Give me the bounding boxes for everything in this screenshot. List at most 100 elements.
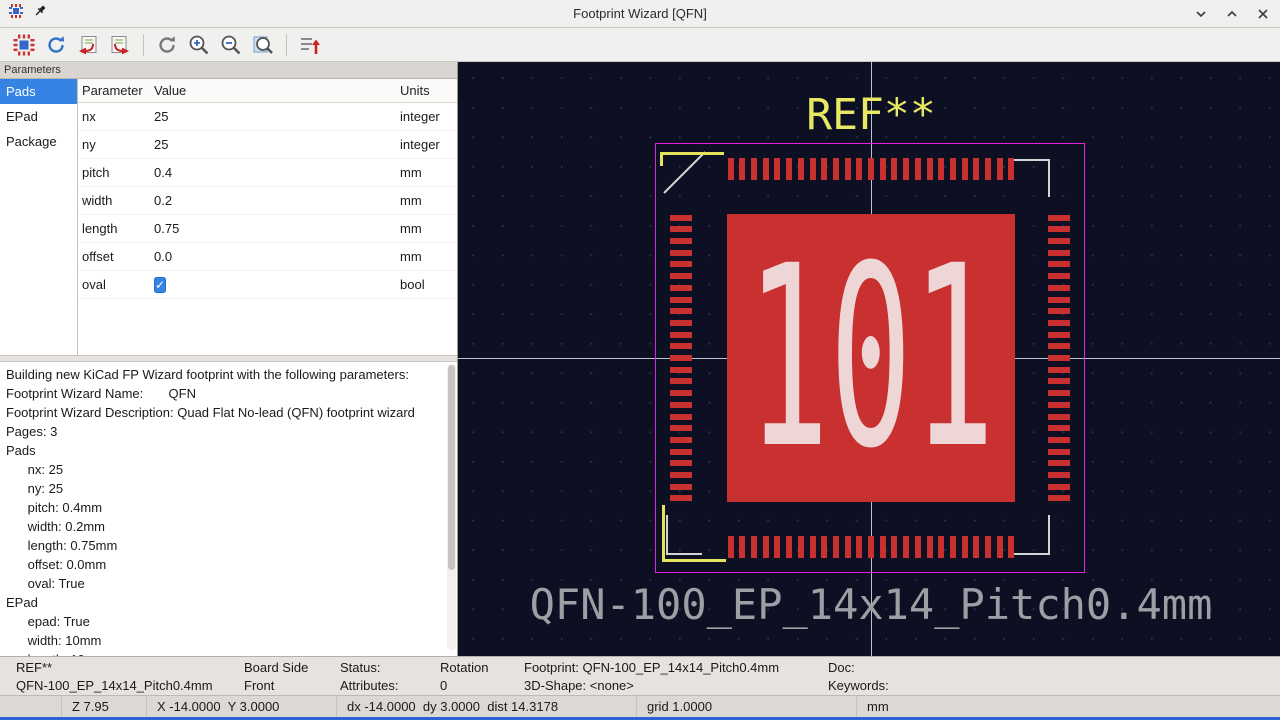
close-button[interactable] [1254,5,1272,23]
pad [670,472,692,478]
param-value[interactable]: 0.4 [154,165,400,180]
export-to-editor-icon [298,33,322,57]
pad [670,402,692,408]
param-value[interactable]: 0.2 [154,193,400,208]
next-page-icon [108,33,132,57]
status-label: Status: [340,660,380,675]
pad [1048,238,1070,244]
message-line: Building new KiCad FP Wizard footprint w… [6,365,451,384]
pad [810,158,816,180]
pad [751,536,757,558]
param-value[interactable]: 0.75 [154,221,400,236]
param-units: integer [400,109,457,124]
redraw-button[interactable] [151,31,183,59]
pad [1048,273,1070,279]
pad [1048,402,1070,408]
pad [1008,536,1014,558]
param-value[interactable]: 25 [154,109,400,124]
zoom-out-button[interactable] [215,31,247,59]
page-item-pads[interactable]: Pads [0,79,77,104]
param-units: bool [400,277,457,292]
titlebar: Footprint Wizard [QFN] [0,0,1280,28]
message-line: Footprint Wizard Name: QFN [6,384,451,403]
pad [670,437,692,443]
pad [927,158,933,180]
pad [856,536,862,558]
pad [1048,320,1070,326]
pad [670,308,692,314]
zoom-in-button[interactable] [183,31,215,59]
footprint-preview: REF** 101 QFN-100_EP_14x14_Pitch0.4mm [458,62,1280,656]
toolbar [0,28,1280,62]
pad [670,332,692,338]
pad [670,390,692,396]
select-wizard-button[interactable] [8,31,40,59]
status-zoom: Z 7.95 [62,696,147,717]
param-value: ✓ [154,277,400,292]
redraw-icon [155,33,179,57]
silkscreen-segment [666,515,668,555]
zoom-fit-button[interactable] [247,31,279,59]
param-name: oval [78,277,154,292]
status-position: X -14.0000 Y 3.0000 [147,696,337,717]
param-name: ny [78,137,154,152]
pad [798,158,804,180]
page-item-package[interactable]: Package [0,129,77,154]
prev-parameters-page-button[interactable] [72,31,104,59]
pad [728,536,734,558]
message-line: epad: True [6,612,451,631]
rotation-value: 0 [440,678,447,693]
pad [774,536,780,558]
oval-checkbox[interactable]: ✓ [154,277,166,293]
pad [845,536,851,558]
pad [868,158,874,180]
prev-page-icon [76,33,100,57]
pad [1048,261,1070,267]
pad [915,158,921,180]
maximize-button[interactable] [1223,5,1241,23]
silkscreen-segment [1048,515,1050,555]
footprint-wizard-window: Footprint Wizard [QFN] [0,0,1280,720]
update-wizard-button[interactable] [40,31,72,59]
table-row: nx 25 integer [78,103,457,131]
pad [997,536,1003,558]
header-parameter: Parameter [78,83,154,98]
table-row: pitch 0.4 mm [78,159,457,187]
pad [670,285,692,291]
attributes-label: Attributes: [340,678,399,693]
pad [1048,495,1070,501]
pad [786,536,792,558]
pad [763,158,769,180]
next-parameters-page-button[interactable] [104,31,136,59]
message-line: Pages: 3 [6,422,451,441]
message-line: EPad [6,593,451,612]
info-bar: REF** QFN-100_EP_14x14_Pitch0.4mm Board … [0,656,1280,695]
pad [891,158,897,180]
pad [670,449,692,455]
page-item-epad[interactable]: EPad [0,104,77,129]
pad [821,158,827,180]
pad [670,226,692,232]
scrollbar[interactable] [447,364,456,650]
param-value[interactable]: 0.0 [154,249,400,264]
pad [786,158,792,180]
board-side-value: Front [244,678,274,693]
canvas[interactable]: REF** 101 QFN-100_EP_14x14_Pitch0.4mm [458,62,1280,656]
scrollbar-thumb[interactable] [448,365,455,570]
pad [1048,355,1070,361]
pad [903,158,909,180]
pad [798,536,804,558]
export-footprint-to-editor-button[interactable] [294,31,326,59]
zoom-out-icon [219,33,243,57]
param-value[interactable]: 25 [154,137,400,152]
wizard-pages-list: Pads EPad Package [0,79,78,355]
minimize-button[interactable] [1192,5,1210,23]
shape3d-label: 3D-Shape: <none> [524,678,634,693]
doc-label: Doc: [828,660,855,675]
param-units: mm [400,165,457,180]
pad [1048,460,1070,466]
silkscreen-segment [666,553,702,555]
select-wizard-icon [12,33,36,57]
param-name: width [78,193,154,208]
pad [833,536,839,558]
